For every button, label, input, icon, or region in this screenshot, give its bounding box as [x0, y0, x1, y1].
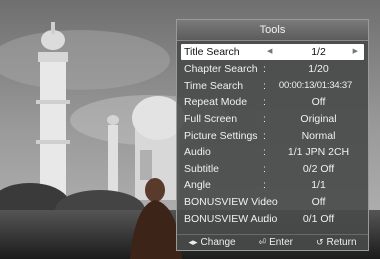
menu-item-label: BONUSVIEW Audio	[184, 212, 278, 225]
menu-item-chapter-search[interactable]: Chapter Search : 1/20	[181, 61, 364, 78]
menu-item-time-search[interactable]: Time Search : 00:00:13/01:34:37	[181, 78, 364, 95]
hint-change: ◂▸ Change	[188, 237, 235, 248]
enter-icon: ⏎	[258, 237, 267, 247]
left-right-arrows-icon: ◂▸	[188, 237, 198, 247]
menu-item-separator: :	[263, 146, 266, 159]
menu-item-label: BONUSVIEW Video	[184, 196, 278, 209]
hint-enter-label: Enter	[269, 237, 293, 248]
return-icon: ↺	[315, 237, 324, 247]
menu-item-value: Off	[311, 196, 326, 209]
menu-item-value: Original	[300, 113, 337, 126]
menu-item-separator: :	[263, 196, 266, 209]
menu-item-label: Chapter Search	[184, 63, 258, 76]
menu-item-label: Full Screen	[184, 113, 238, 126]
menu-item-label: Subtitle	[184, 162, 220, 175]
menu-item-value: 1/2	[311, 46, 326, 58]
menu-item-full-screen[interactable]: Full Screen : Original	[181, 111, 364, 128]
menu-item-angle[interactable]: Angle : 1/1	[181, 177, 364, 194]
menu-item-subtitle[interactable]: Subtitle : 0/2 Off	[181, 161, 364, 178]
menu-item-separator: :	[263, 96, 266, 109]
hint-change-label: Change	[200, 237, 236, 248]
menu-item-value: 1/20	[308, 63, 329, 76]
menu-item-separator: :	[263, 63, 266, 76]
menu-item-value: 00:00:13/01:34:37	[278, 80, 353, 92]
menu-item-value: Normal	[301, 129, 336, 142]
menu-item-bonusview-video[interactable]: BONUSVIEW Video : Off	[181, 194, 364, 211]
menu-item-audio[interactable]: Audio : 1/1 JPN 2CH	[181, 144, 364, 161]
menu-item-label: Repeat Mode	[184, 96, 248, 109]
button-hints-bar: ◂▸ Change ⏎ Enter ↺ Return	[177, 234, 368, 250]
menu-item-value: 0/1 Off	[302, 212, 335, 225]
tools-menu-title: Tools	[177, 20, 368, 41]
menu-item-separator: :	[263, 113, 266, 126]
menu-item-label: Time Search	[184, 79, 244, 92]
menu-item-label: Picture Settings	[184, 129, 258, 142]
menu-item-value: 1/1	[311, 179, 326, 192]
menu-item-title-search[interactable]: Title Search ◀ 1/2 ▶	[181, 44, 364, 60]
menu-item-separator: :	[263, 179, 266, 192]
menu-item-label: Title Search	[184, 46, 240, 58]
menu-item-bonusview-audio[interactable]: BONUSVIEW Audio : 0/1 Off	[181, 210, 364, 227]
menu-item-label: Angle	[184, 179, 211, 192]
menu-item-picture-settings[interactable]: Picture Settings : Normal	[181, 127, 364, 144]
arrow-left-icon[interactable]: ◀	[267, 47, 272, 55]
tools-menu-list: Title Search ◀ 1/2 ▶ Chapter Search : 1/…	[177, 41, 368, 227]
arrow-right-icon[interactable]: ▶	[353, 47, 358, 55]
menu-item-repeat-mode[interactable]: Repeat Mode : Off	[181, 94, 364, 111]
tools-menu-panel: Tools Title Search ◀ 1/2 ▶ Chapter Searc…	[176, 19, 369, 251]
menu-item-separator: :	[263, 162, 266, 175]
hint-return: ↺ Return	[316, 237, 357, 248]
menu-item-separator: :	[263, 129, 266, 142]
hint-enter: ⏎ Enter	[259, 237, 293, 248]
menu-item-separator: :	[263, 212, 266, 225]
menu-item-value: 0/2 Off	[302, 162, 335, 175]
menu-item-label: Audio	[184, 146, 211, 159]
menu-item-value: Off	[311, 96, 326, 109]
hint-return-label: Return	[326, 237, 357, 248]
menu-item-value: 1/1 JPN 2CH	[287, 146, 350, 159]
